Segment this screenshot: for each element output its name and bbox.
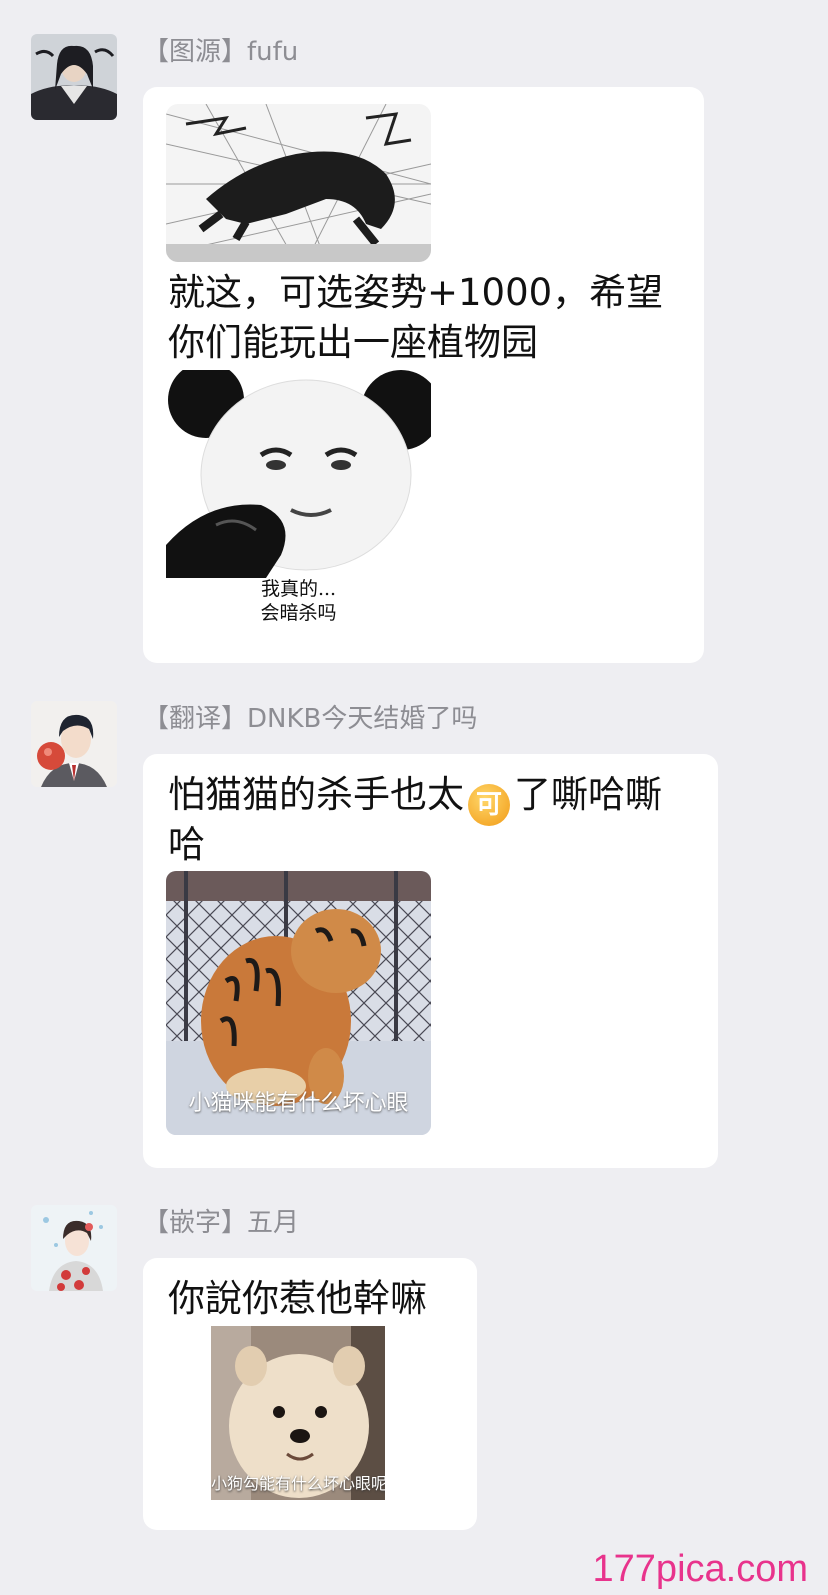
- manga-panel-image[interactable]: [166, 104, 431, 262]
- message-text-line-2: 你们能玩出一座植物园: [168, 321, 538, 364]
- sender-name: 【图源】fufu: [143, 37, 299, 67]
- message-text-line-1: 怕猫猫的杀手也太可了嘶哈嘶: [168, 770, 662, 826]
- message-text-segment: 怕猫猫的杀手也太: [168, 773, 464, 816]
- avatar-girl-kimono-icon: [31, 1205, 117, 1291]
- panda-meme-sticker[interactable]: 我真的... 会暗杀吗: [166, 370, 431, 635]
- message-text: 你說你惹他幹嘛: [168, 1277, 427, 1320]
- sticker-caption-line-2: 会暗杀吗: [260, 602, 337, 624]
- sticker-caption-line-1: 我真的...: [260, 578, 337, 600]
- puppy-meme-sticker[interactable]: 小狗勾能有什么坏心眼呢: [211, 1326, 385, 1500]
- avatar-suit-man-icon: [31, 701, 117, 787]
- avatar-fufu[interactable]: [31, 34, 117, 120]
- sender-name: 【嵌字】五月: [143, 1208, 300, 1238]
- watermark: 177pica.com: [592, 1548, 808, 1590]
- avatar-dark-hair-man-icon: [31, 34, 117, 120]
- message-text-line-1: 就这，可选姿势+1000，希望: [168, 271, 664, 314]
- message-text-segment: 了嘶哈嘶: [514, 773, 662, 816]
- emoji-ke-icon: 可: [468, 784, 510, 826]
- avatar-wuyue[interactable]: [31, 1205, 117, 1291]
- sender-name: 【翻译】DNKB今天结婚了吗: [143, 704, 478, 734]
- avatar-dnkb[interactable]: [31, 701, 117, 787]
- tiger-meme-sticker[interactable]: 小猫咪能有什么坏心眼: [166, 871, 431, 1135]
- sticker-caption: 小狗勾能有什么坏心眼呢: [211, 1474, 385, 1493]
- message-text-line-2: 哈: [168, 823, 205, 866]
- sticker-caption: 小猫咪能有什么坏心眼: [188, 1091, 409, 1116]
